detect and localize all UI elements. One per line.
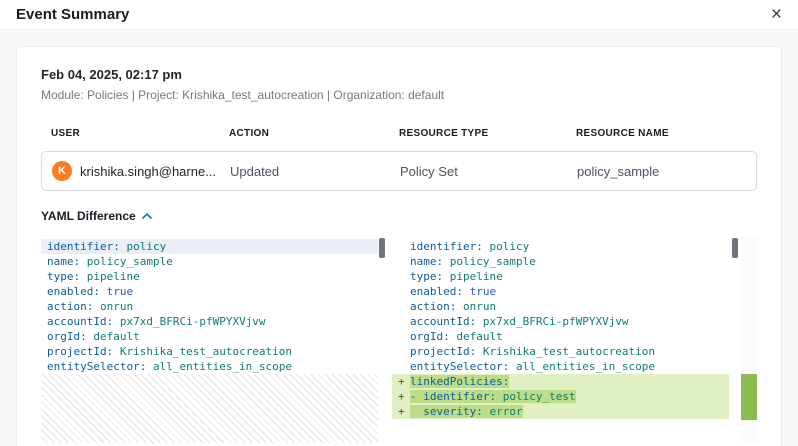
added-lines-marker	[741, 374, 757, 420]
yaml-line: name: policy_sample	[392, 254, 729, 269]
avatar: K	[52, 161, 72, 181]
diff-line-marker	[398, 359, 410, 374]
chevron-up-icon	[142, 213, 152, 219]
yaml-line: projectId: Krishika_test_autocreation	[392, 344, 729, 359]
right-scrollbar-thumb[interactable]	[732, 238, 738, 258]
user-email: krishika.singh@harne...	[80, 164, 216, 179]
event-timestamp: Feb 04, 2025, 02:17 pm	[41, 67, 757, 82]
diff-line-marker	[398, 329, 410, 344]
event-summary-card: Feb 04, 2025, 02:17 pm Module: Policies …	[16, 46, 782, 446]
dialog-header: Event Summary ×	[0, 0, 798, 30]
yaml-line: accountId: px7xd_BFRCi-pfWPYXVjvw	[392, 314, 729, 329]
yaml-line-added: +linkedPolicies:	[392, 374, 729, 389]
diff-line-marker: +	[398, 404, 410, 419]
yaml-line: name: policy_sample	[41, 254, 378, 269]
diff-line-marker	[398, 284, 410, 299]
yaml-line-added: +- identifier: policy_test	[392, 389, 729, 404]
yaml-line: entitySelector: all_entities_in_scope	[392, 359, 729, 374]
column-header-action: ACTION	[229, 128, 399, 139]
diff-right-pane: identifier: policy name: policy_sample t…	[392, 237, 729, 443]
yaml-line: orgId: default	[41, 329, 378, 344]
yaml-line: enabled: true	[41, 284, 378, 299]
diff-left-code: identifier: policyname: policy_sampletyp…	[41, 239, 378, 374]
yaml-line: accountId: px7xd_BFRCi-pfWPYXVjvw	[41, 314, 378, 329]
left-scrollbar-thumb[interactable]	[379, 238, 385, 258]
table-row: K krishika.singh@harne... Updated Policy…	[41, 151, 757, 191]
page-title: Event Summary	[16, 6, 129, 23]
diff-right-code: identifier: policy name: policy_sample t…	[392, 239, 729, 419]
left-pane-scrollbar[interactable]	[378, 237, 386, 443]
yaml-line: action: onrun	[41, 299, 378, 314]
diff-left-pane: identifier: policyname: policy_sampletyp…	[41, 237, 378, 443]
column-header-resource-name: RESOURCE NAME	[576, 128, 747, 139]
yaml-line: identifier: policy	[41, 239, 378, 254]
diff-line-marker	[398, 254, 410, 269]
column-header-user: USER	[51, 128, 229, 139]
resource-type-cell: Policy Set	[400, 164, 577, 179]
right-pane-scrollbar[interactable]	[731, 237, 739, 443]
diff-line-marker	[398, 239, 410, 254]
yaml-diff-viewer: identifier: policyname: policy_sampletyp…	[41, 237, 757, 443]
diff-line-marker: +	[398, 374, 410, 389]
diff-line-marker	[398, 299, 410, 314]
user-cell: K krishika.singh@harne...	[52, 161, 230, 181]
diff-line-marker: +	[398, 389, 410, 404]
yaml-line-added: + severity: error	[392, 404, 729, 419]
resource-name-cell: policy_sample	[577, 164, 746, 179]
yaml-line: type: pipeline	[41, 269, 378, 284]
yaml-line: identifier: policy	[392, 239, 729, 254]
diff-empty-region	[41, 374, 378, 443]
diff-line-marker	[398, 269, 410, 284]
yaml-line: enabled: true	[392, 284, 729, 299]
close-icon[interactable]: ×	[771, 5, 782, 24]
yaml-line: action: onrun	[392, 299, 729, 314]
yaml-difference-label: YAML Difference	[41, 209, 136, 223]
yaml-line: type: pipeline	[392, 269, 729, 284]
event-meta: Module: Policies | Project: Krishika_tes…	[41, 88, 757, 102]
diff-line-marker	[398, 344, 410, 359]
action-cell: Updated	[230, 164, 400, 179]
column-header-resource-type: RESOURCE TYPE	[399, 128, 576, 139]
audit-table-header: USER ACTION RESOURCE TYPE RESOURCE NAME	[41, 128, 757, 139]
diff-line-marker	[398, 314, 410, 329]
yaml-difference-toggle[interactable]: YAML Difference	[41, 209, 152, 223]
yaml-line: projectId: Krishika_test_autocreation	[41, 344, 378, 359]
diff-overview-ruler[interactable]	[741, 237, 757, 443]
yaml-line: orgId: default	[392, 329, 729, 344]
yaml-line: entitySelector: all_entities_in_scope	[41, 359, 378, 374]
